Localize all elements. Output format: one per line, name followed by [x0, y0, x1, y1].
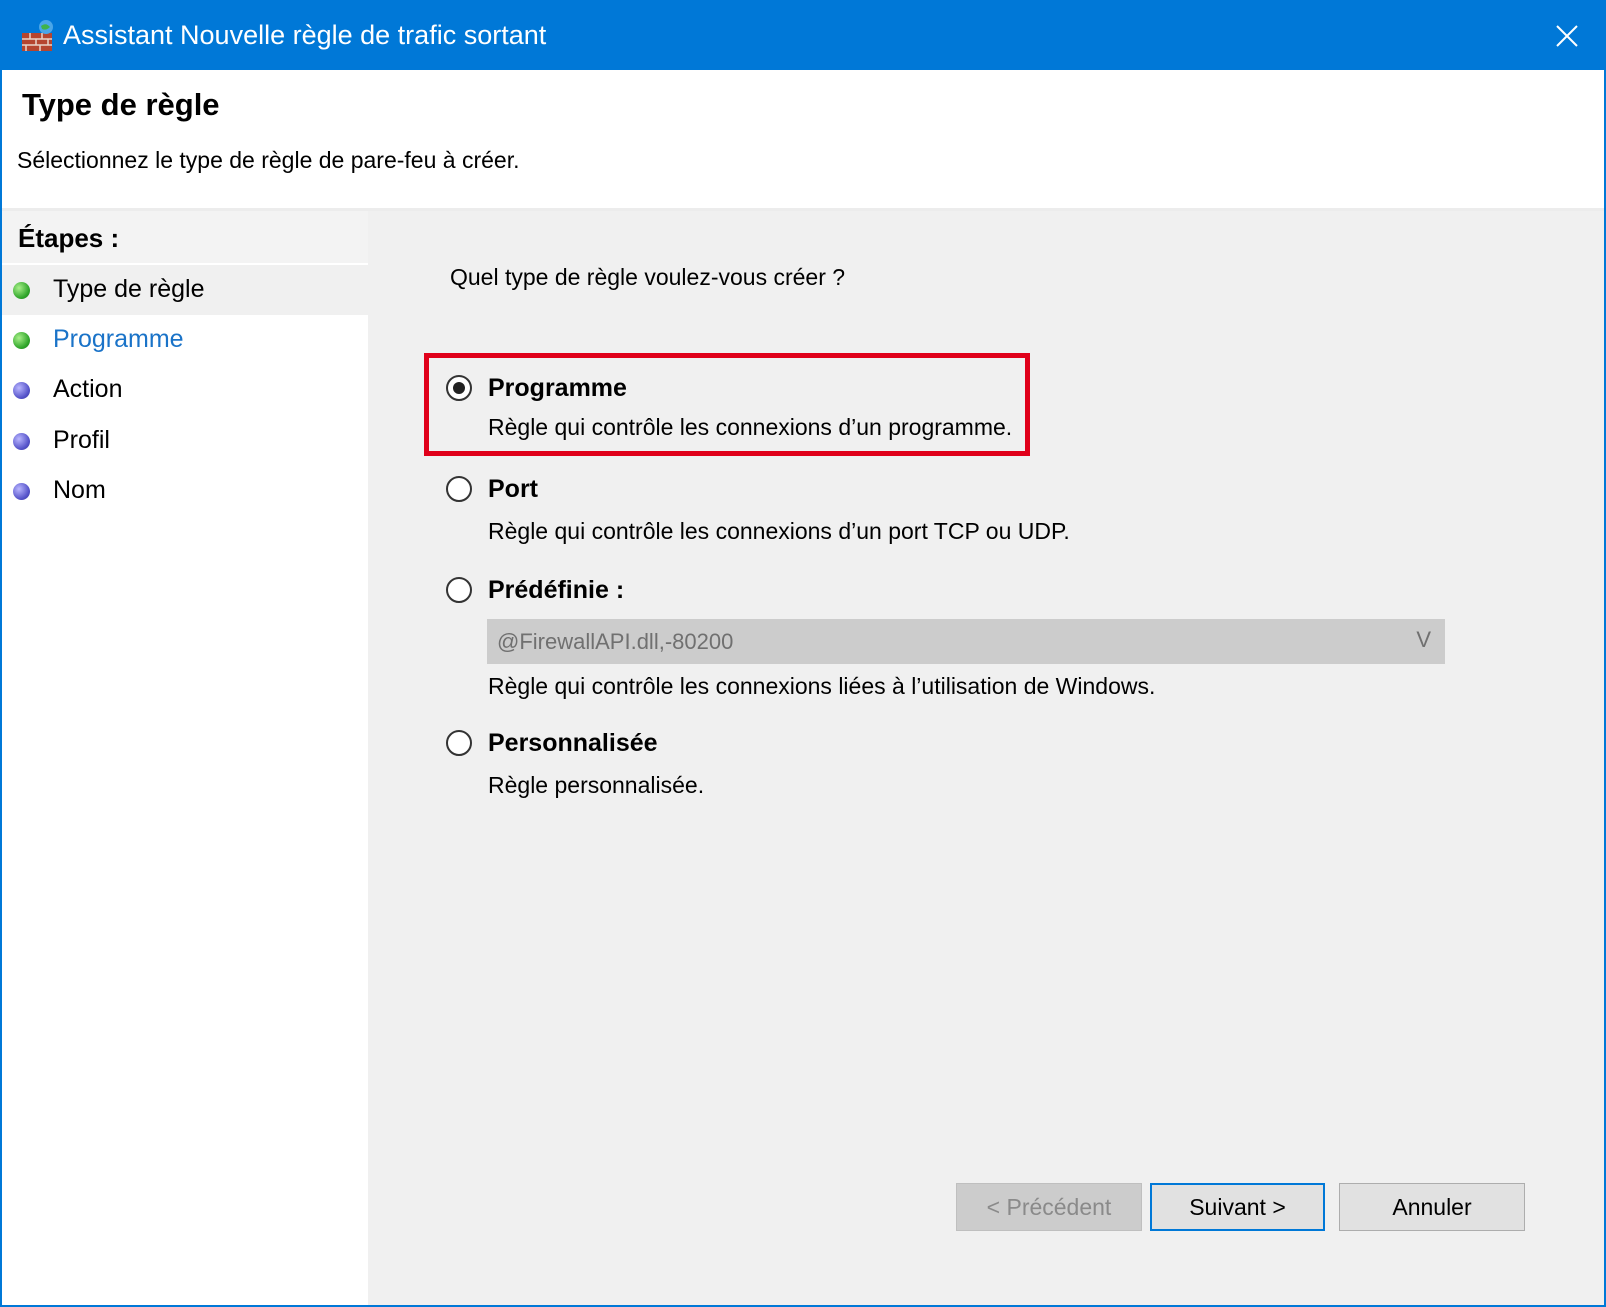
- radio-personnalisee[interactable]: [446, 730, 472, 756]
- option-title-programme[interactable]: Programme: [488, 374, 627, 403]
- option-desc-port: Règle qui contrôle les connexions d’un p…: [488, 518, 1070, 544]
- close-icon: [1556, 25, 1578, 47]
- green-dot-icon: [13, 332, 30, 349]
- option-desc-personnalisee: Règle personnalisée.: [488, 772, 705, 798]
- purple-dot-icon: [13, 433, 30, 450]
- green-dot-icon: [13, 282, 30, 299]
- radio-predefinie[interactable]: [446, 577, 472, 603]
- main-content: Quel type de règle voulez-vous créer ? P…: [376, 211, 1604, 1305]
- purple-dot-icon: [13, 483, 30, 500]
- next-button[interactable]: Suivant >: [1150, 1183, 1325, 1231]
- wizard-header: Type de règle Sélectionnez le type de rè…: [2, 70, 1604, 211]
- step-label: Programme: [53, 325, 184, 353]
- step-label: Type de règle: [53, 275, 205, 303]
- step-label: Profil: [53, 426, 110, 454]
- previous-button[interactable]: < Précédent: [956, 1183, 1142, 1231]
- predefined-select[interactable]: @FirewallAPI.dll,-80200 V: [487, 619, 1445, 664]
- cancel-button[interactable]: Annuler: [1339, 1183, 1525, 1231]
- predefined-select-value: @FirewallAPI.dll,-80200: [497, 629, 734, 654]
- chevron-down-icon: V: [1416, 627, 1431, 652]
- radio-programme[interactable]: [446, 375, 472, 401]
- steps-sidebar: Étapes : Type de règle Programme Action …: [2, 211, 376, 1305]
- option-desc-programme: Règle qui contrôle les connexions d’un p…: [488, 414, 1013, 440]
- page-subtitle: Sélectionnez le type de règle de pare-fe…: [17, 147, 520, 173]
- step-type-de-regle[interactable]: Type de règle: [2, 265, 368, 315]
- step-nom[interactable]: Nom: [2, 466, 368, 516]
- step-action[interactable]: Action: [2, 365, 368, 415]
- close-button[interactable]: [1530, 2, 1604, 70]
- option-desc-predefinie: Règle qui contrôle les connexions liées …: [488, 673, 1156, 699]
- option-title-predefinie[interactable]: Prédéfinie :: [488, 576, 624, 605]
- step-label: Nom: [53, 476, 106, 504]
- firewall-icon: [22, 20, 53, 51]
- option-title-personnalisee[interactable]: Personnalisée: [488, 729, 658, 758]
- purple-dot-icon: [13, 382, 30, 399]
- step-profil[interactable]: Profil: [2, 416, 368, 466]
- step-programme[interactable]: Programme: [2, 315, 368, 365]
- page-title: Type de règle: [22, 87, 220, 122]
- steps-heading-label: Étapes :: [18, 223, 120, 253]
- step-label: Action: [53, 375, 123, 403]
- radio-port[interactable]: [446, 476, 472, 502]
- option-title-port[interactable]: Port: [488, 475, 538, 504]
- rule-type-question: Quel type de règle voulez-vous créer ?: [450, 264, 846, 290]
- wizard-window: Assistant Nouvelle règle de trafic sorta…: [0, 0, 1606, 1307]
- window-title: Assistant Nouvelle règle de trafic sorta…: [63, 20, 547, 50]
- title-bar: Assistant Nouvelle règle de trafic sorta…: [2, 2, 1604, 70]
- steps-heading: Étapes :: [2, 211, 368, 263]
